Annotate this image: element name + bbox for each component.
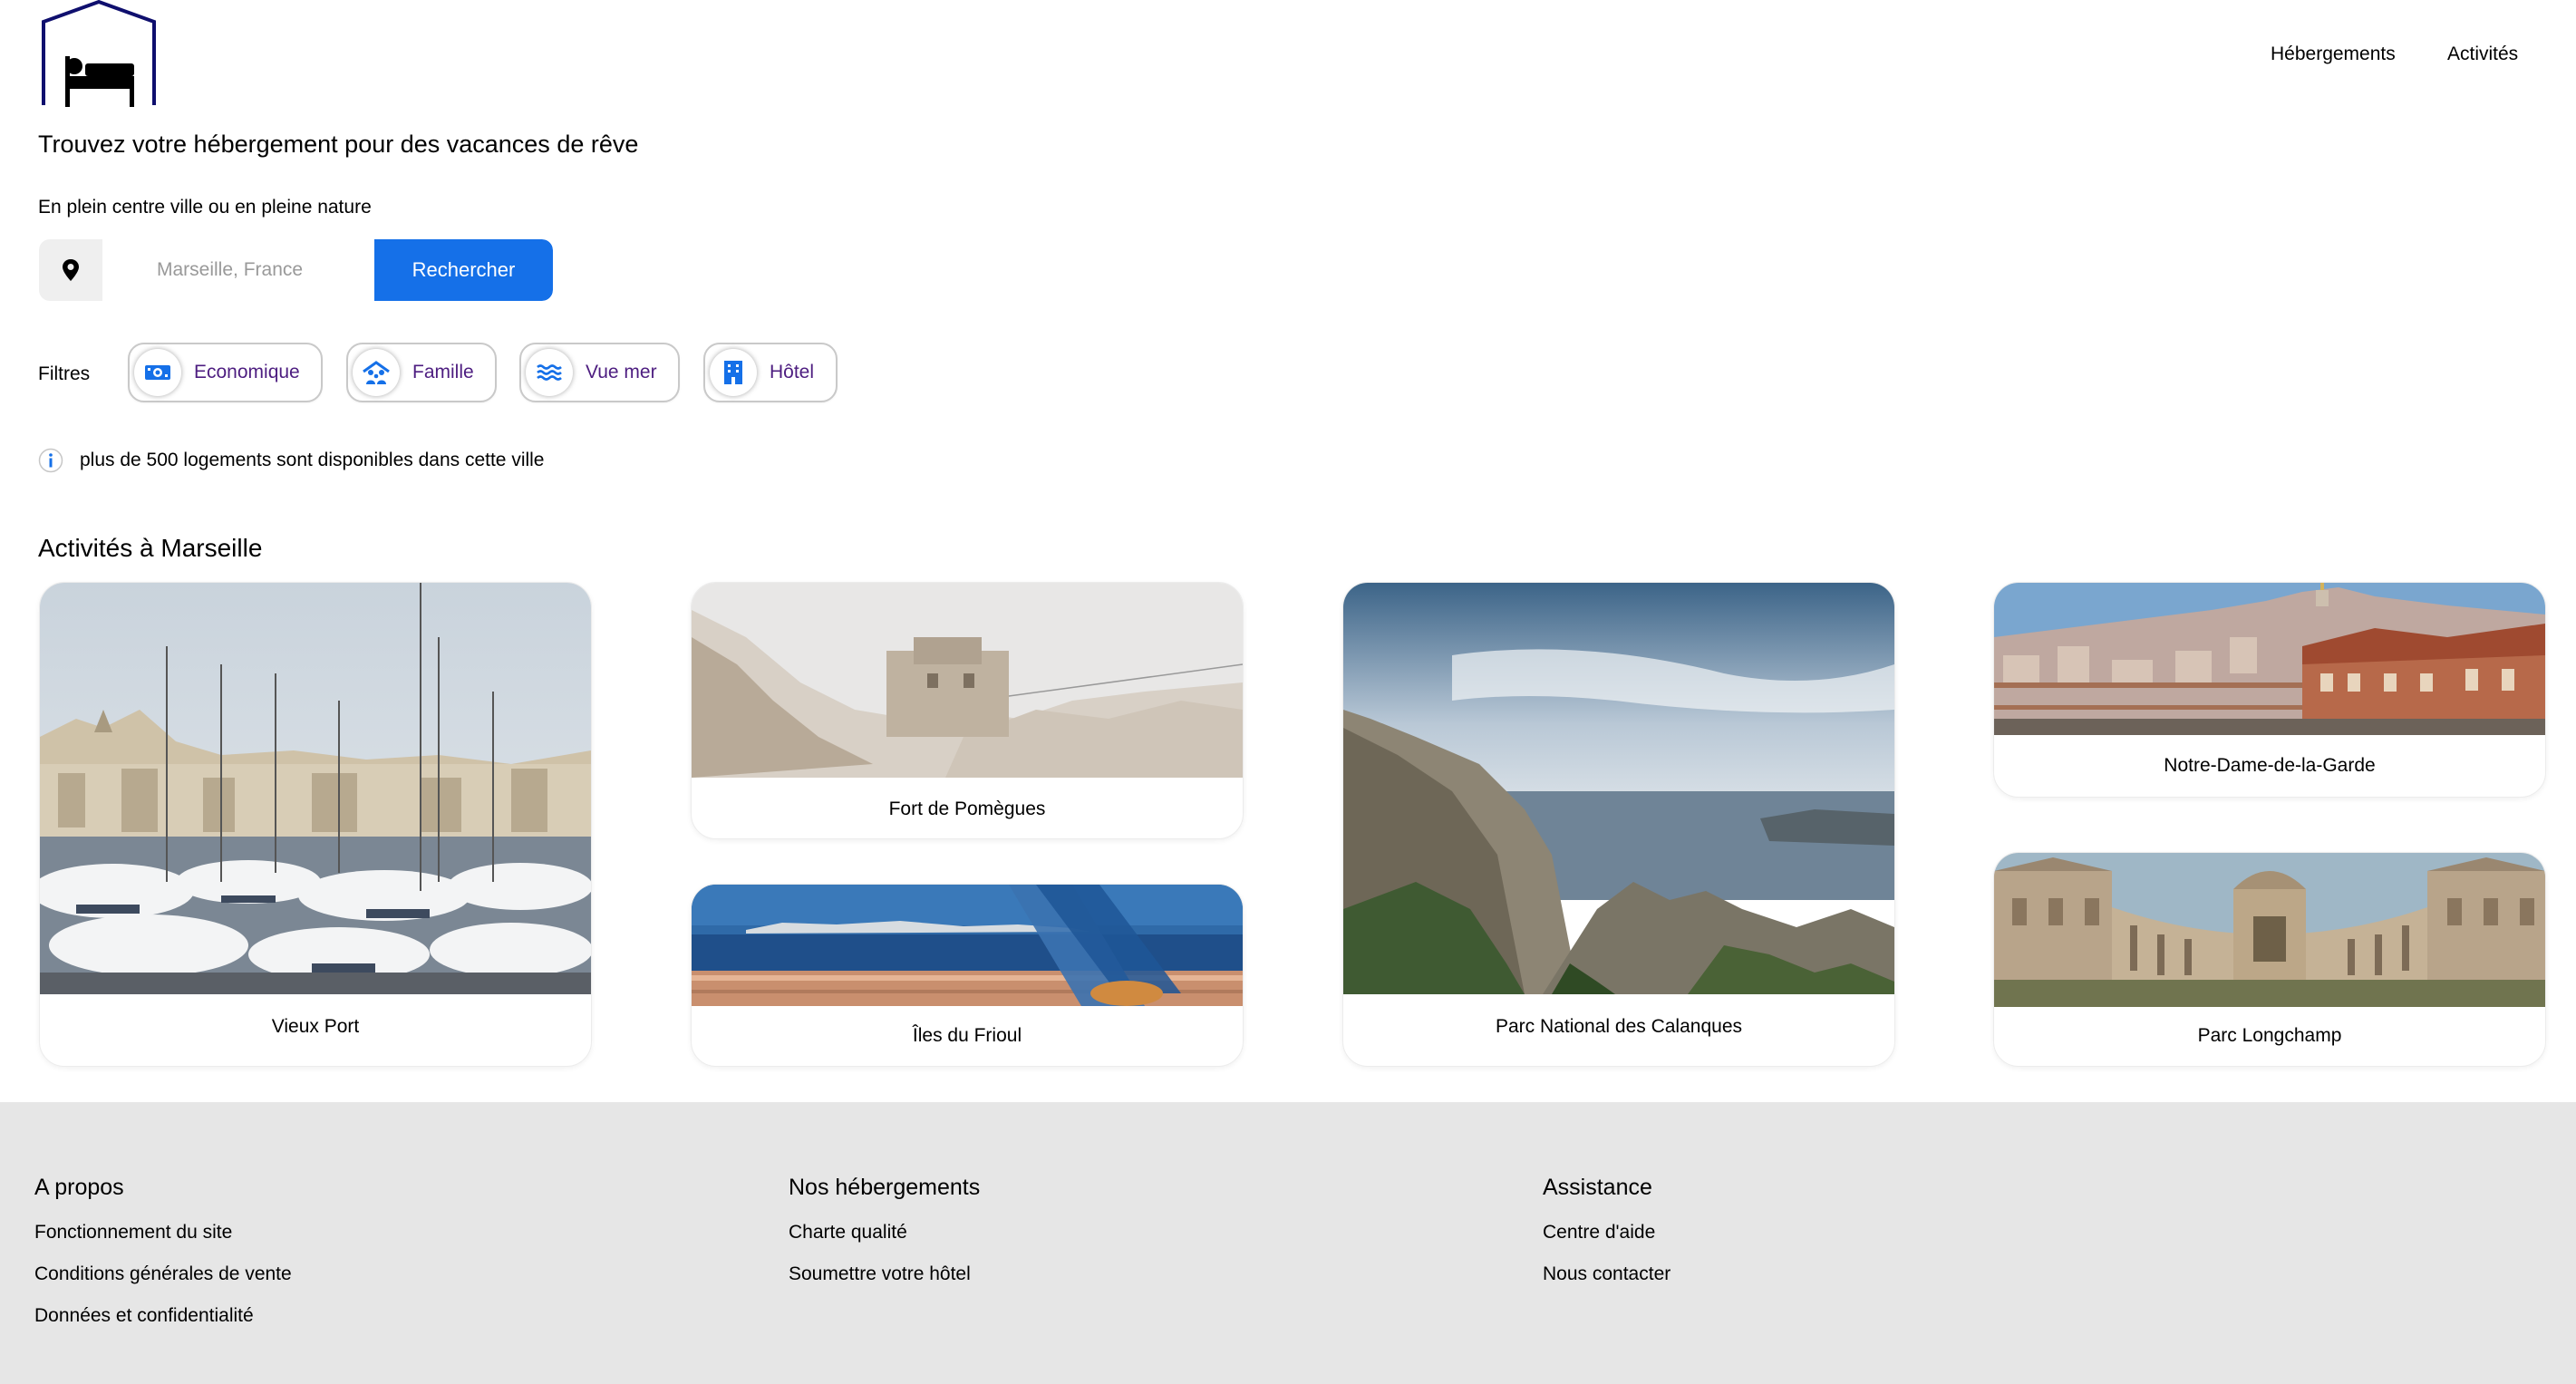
footer-link[interactable]: Données et confidentialité [34,1305,254,1327]
filter-chip-vue-mer[interactable]: Vue mer [519,343,680,402]
waves-icon [526,349,573,396]
map-pin-icon [39,239,102,301]
family-icon [353,349,400,396]
card-label: Îles du Frioul [912,1025,1022,1046]
card-label: Vieux Port [271,1016,360,1037]
card-label: Notre-Dame-de-la-Garde [2164,755,2376,776]
parc-longchamp-photo [1994,853,2545,1007]
filter-chip-label: Famille [412,362,474,382]
footer-link[interactable]: Nous contacter [1543,1263,1671,1285]
footer-link[interactable]: Conditions générales de vente [34,1263,292,1285]
footer-link[interactable]: Fonctionnement du site [34,1222,232,1244]
activity-card-parc-longchamp[interactable]: Parc Longchamp [1993,852,2546,1067]
search-input[interactable] [102,239,374,301]
filter-chip-hotel[interactable]: Hôtel [703,343,838,402]
activity-card-iles-du-frioul[interactable]: Îles du Frioul [691,884,1244,1067]
footer-title: Nos hébergements [789,1175,981,1200]
bed-house-icon [42,0,156,107]
filter-chip-label: Economique [194,362,300,382]
nav-activites[interactable]: Activités [2447,44,2518,65]
filter-chip-economique[interactable]: Economique [128,343,323,402]
search-bar: Rechercher [39,239,553,301]
activity-card-calanques[interactable]: Parc National des Calanques [1342,582,1895,1067]
footer-title: A propos [34,1175,124,1200]
footer: A propos Fonctionnement du site Conditio… [0,1102,2576,1384]
logo[interactable] [38,0,160,107]
footer-link[interactable]: Charte qualité [789,1222,907,1244]
activity-card-vieux-port[interactable]: Vieux Port [39,582,592,1067]
filters-label: Filtres [38,363,91,384]
notre-dame-photo [1994,583,2545,735]
info-icon [38,448,63,473]
filter-chip-label: Vue mer [586,362,657,382]
card-label: Fort de Pomègues [888,798,1046,819]
card-label: Parc Longchamp [2197,1025,2342,1046]
activity-card-fort-de-pomegues[interactable]: Fort de Pomègues [691,582,1244,839]
nav-hebergements[interactable]: Hébergements [2271,44,2396,65]
availability-info: plus de 500 logements sont disponibles d… [80,450,545,470]
footer-title: Assistance [1543,1175,1652,1200]
fort-pomegues-photo [692,583,1243,778]
footer-link[interactable]: Centre d'aide [1543,1222,1655,1244]
iles-du-frioul-photo [692,885,1243,1006]
vieux-port-photo [40,583,591,994]
footer-link[interactable]: Soumettre votre hôtel [789,1263,971,1285]
filter-chip-famille[interactable]: Famille [346,343,497,402]
money-icon [134,349,181,396]
search-button[interactable]: Rechercher [374,239,553,301]
activity-card-notre-dame-de-la-garde[interactable]: Notre-Dame-de-la-Garde [1993,582,2546,798]
page-subtitle: En plein centre ville ou en pleine natur… [38,197,372,218]
card-label: Parc National des Calanques [1496,1016,1742,1037]
activities-title: Activités à Marseille [38,534,263,562]
hotel-icon [710,349,757,396]
page-title: Trouvez votre hébergement pour des vacan… [38,131,639,158]
filter-chip-label: Hôtel [770,362,815,382]
calanques-photo [1343,583,1894,994]
